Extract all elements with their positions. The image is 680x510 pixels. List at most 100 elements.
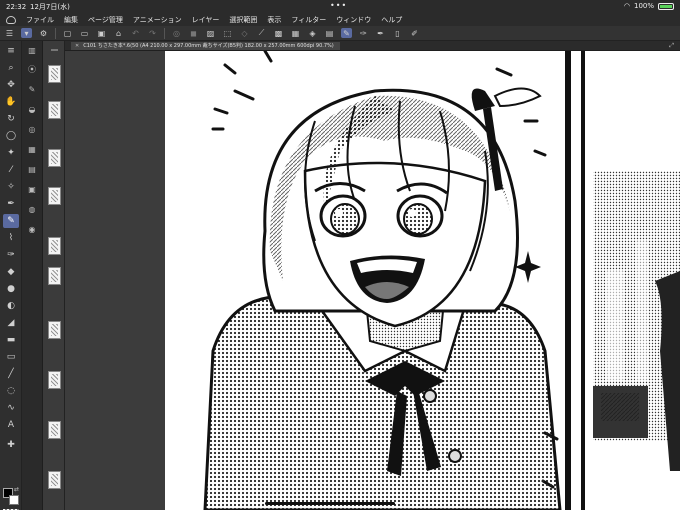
snap-grid-icon[interactable]: ▩ [273, 28, 284, 38]
menu-layer[interactable]: レイヤー [192, 15, 220, 25]
undo-icon[interactable]: ↶ [130, 28, 141, 38]
new-file-icon[interactable]: ▢ [62, 28, 73, 38]
redo-icon[interactable]: ↷ [147, 28, 158, 38]
page-thumbnail[interactable] [48, 267, 61, 285]
divider [55, 27, 56, 39]
menu-animation[interactable]: アニメーション [133, 15, 182, 25]
page-thumbnail[interactable] [48, 237, 61, 255]
pen-icon[interactable]: ✒ [3, 197, 19, 211]
page-thumbnail[interactable] [48, 65, 61, 83]
status-time: 22:32 [6, 2, 27, 11]
airbrush-icon[interactable]: ✑ [3, 248, 19, 262]
grip-icon[interactable]: ≡ [3, 44, 19, 58]
document-tab-label: C101 ちさたき本*.6(50 (A4 210.00 x 297.00mm 裁… [83, 43, 334, 49]
brush-icon[interactable]: ⌇ [3, 231, 19, 245]
menu-window[interactable]: ウィンドウ [336, 15, 371, 25]
correct-line-icon[interactable]: ∿ [3, 401, 19, 415]
app-logo-icon[interactable] [6, 15, 16, 24]
transform-icon[interactable]: ⬚ [222, 28, 233, 38]
balloon-icon[interactable]: ◌ [3, 384, 19, 398]
eyedropper-icon[interactable]: ⁄ [3, 163, 19, 177]
document-tab-bar: ✕ C101 ちさたき本*.6(50 (A4 210.00 x 297.00mm … [65, 41, 680, 51]
dropdown-menu-icon[interactable]: ▾ [21, 28, 32, 38]
menu-file[interactable]: ファイル [26, 15, 54, 25]
multitasking-dots-icon[interactable]: ••• [330, 1, 347, 10]
stroke-alt-icon[interactable]: ✒ [375, 28, 386, 38]
divider [164, 27, 165, 39]
page-thumbnail[interactable] [48, 101, 61, 119]
hand-icon[interactable]: ✋ [3, 95, 19, 109]
open-folder-icon[interactable]: ▭ [79, 28, 90, 38]
lasso-icon[interactable]: ◯ [3, 129, 19, 143]
manga-page-canvas[interactable] [165, 51, 680, 510]
gradient-icon[interactable]: ◢ [3, 316, 19, 330]
page-thumbnail[interactable] [48, 421, 61, 439]
rotate-icon[interactable]: ↻ [3, 112, 19, 126]
scroll-handle[interactable] [51, 49, 58, 51]
color-wheel-icon[interactable]: ◎ [25, 123, 39, 137]
hamburger-menu-icon[interactable]: ☰ [4, 28, 15, 38]
close-tab-icon[interactable]: ✕ [75, 43, 79, 49]
move-icon[interactable]: ✥ [3, 78, 19, 92]
snap-special-icon[interactable]: ◈ [307, 28, 318, 38]
save-icon[interactable]: ▣ [96, 28, 107, 38]
sparkle-icon[interactable]: ✧ [3, 180, 19, 194]
home-indicator[interactable] [265, 502, 395, 505]
deselect-icon[interactable]: ▨ [205, 28, 216, 38]
menu-view[interactable]: 表示 [267, 15, 281, 25]
sub-color-swatch[interactable] [9, 495, 19, 505]
eraser-icon[interactable]: ◆ [3, 265, 19, 279]
menu-edit[interactable]: 編集 [64, 15, 78, 25]
stroke-icon[interactable]: ✑ [358, 28, 369, 38]
snap-ruler-icon[interactable]: ⟋ [256, 28, 267, 38]
menu-bar: ファイル 編集 ページ管理 アニメーション レイヤー 選択範囲 表示 フィルター… [0, 13, 680, 26]
layers-panel-icon[interactable]: ▥ [25, 44, 39, 58]
settings-icon[interactable]: ⚙ [38, 28, 49, 38]
view-icon[interactable]: ▤ [324, 28, 335, 38]
text-icon[interactable]: A [3, 418, 19, 432]
battery-label: 100% [633, 2, 654, 10]
blend-icon[interactable]: ● [3, 282, 19, 296]
document-tab[interactable]: ✕ C101 ちさたき本*.6(50 (A4 210.00 x 297.00mm … [71, 42, 340, 50]
page-thumbnail[interactable] [48, 149, 61, 167]
crop-icon[interactable]: ◇ [239, 28, 250, 38]
page-thumbnail[interactable] [48, 187, 61, 205]
history-icon[interactable]: ◉ [25, 223, 39, 237]
pencil-icon[interactable]: ✎ [3, 214, 19, 228]
brush-size-icon[interactable]: ⦿ [25, 63, 39, 77]
material-icon[interactable]: ◍ [25, 203, 39, 217]
layer-move-icon[interactable]: ✚ [3, 438, 19, 452]
navigator-icon[interactable]: ◒ [25, 103, 39, 117]
fill-icon[interactable]: ◐ [3, 299, 19, 313]
expand-icon[interactable]: ⤢ [669, 42, 674, 50]
ruler-icon[interactable]: ╱ [3, 367, 19, 381]
menu-selection[interactable]: 選択範囲 [229, 15, 257, 25]
layer-list-icon[interactable]: ▣ [25, 183, 39, 197]
menu-page[interactable]: ページ管理 [88, 15, 123, 25]
tool-property-icon[interactable]: ✎ [25, 83, 39, 97]
command-bar: ☰ ▾ ⚙ ▢ ▭ ▣ ⌂ ↶ ↷ ◎ ◼ ▨ ⬚ ◇ ⟋ ▩ ▦ ◈ ▤ ✎ … [0, 26, 680, 41]
menu-help[interactable]: ヘルプ [381, 15, 402, 25]
frame-icon[interactable]: ▭ [3, 350, 19, 364]
clear-icon[interactable]: ◎ [171, 28, 182, 38]
menu-filter[interactable]: フィルター [291, 15, 326, 25]
manga-artwork [203, 51, 680, 510]
zoom-icon[interactable]: ⌕ [3, 61, 19, 75]
swap-colors-icon[interactable]: ⇄ [14, 486, 19, 493]
print-icon[interactable]: ⌂ [113, 28, 124, 38]
page-thumbnail[interactable] [48, 371, 61, 389]
auto-select-icon[interactable]: ✦ [3, 146, 19, 160]
snap-perspective-icon[interactable]: ▦ [290, 28, 301, 38]
page-thumbnail[interactable] [48, 471, 61, 489]
stabilizer-icon[interactable]: ✎ [341, 28, 352, 38]
layer-property-icon[interactable]: ▤ [25, 163, 39, 177]
fill-selection-icon[interactable]: ◼ [188, 28, 199, 38]
color-set-icon[interactable]: ▦ [25, 143, 39, 157]
figure-icon[interactable]: ▬ [3, 333, 19, 347]
page-thumbnail[interactable] [48, 321, 61, 339]
canvas-area[interactable] [65, 51, 680, 510]
status-right: ◠ 100% [624, 2, 674, 10]
edit-toggle-icon[interactable]: ✐ [409, 28, 420, 38]
phone-icon[interactable]: ▯ [392, 28, 403, 38]
page-thumbnail-column [43, 41, 65, 510]
